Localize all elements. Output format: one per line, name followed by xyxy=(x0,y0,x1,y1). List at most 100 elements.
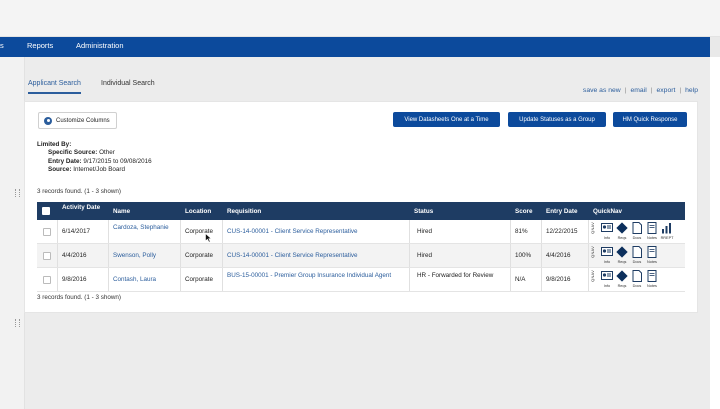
column-divider xyxy=(57,268,58,291)
column-divider xyxy=(541,244,542,267)
header-quicknav: QuickNav xyxy=(593,207,623,215)
table-header: Activity Date Name Location Requisition … xyxy=(37,202,685,220)
customize-columns-button[interactable]: Customize Columns xyxy=(38,112,117,129)
hm-quick-response-button[interactable]: HM Quick Response xyxy=(613,112,687,127)
qnav-label: QNAV xyxy=(590,270,595,282)
row-checkbox[interactable] xyxy=(43,228,51,236)
mouse-pointer-icon xyxy=(205,233,212,243)
tab-individual-search[interactable]: Individual Search xyxy=(101,80,155,92)
nav-item-administration[interactable]: Administration xyxy=(76,41,124,50)
status-text: Hired xyxy=(417,252,433,259)
requisition-link[interactable]: BUS-15-00001 - Premier Group Insurance I… xyxy=(227,272,405,280)
quicknav-group: QNAV Info Reqs Docs Notes RREPT xyxy=(590,221,685,242)
quicknav-group: QNAV Info Reqs Docs Notes xyxy=(590,269,685,290)
header-requisition[interactable]: Requisition xyxy=(227,208,261,215)
rail-drag-handle[interactable] xyxy=(15,319,20,327)
column-divider xyxy=(541,220,542,243)
header-status[interactable]: Status xyxy=(414,208,433,215)
candidate-name-link[interactable]: Cardoza, Stephanie xyxy=(113,224,173,232)
quicknav-caption: Info xyxy=(603,236,611,240)
info-card-icon[interactable] xyxy=(601,222,613,234)
filter-value: Internet/Job Board xyxy=(73,166,126,174)
column-divider xyxy=(222,220,223,243)
activity-date: 4/4/2016 xyxy=(62,252,87,259)
header-score[interactable]: Score xyxy=(515,208,533,215)
quicknav-caption: Docs xyxy=(632,236,642,240)
export-link[interactable]: export xyxy=(656,87,675,94)
quicknav-group: QNAV Info Reqs Docs Notes xyxy=(590,245,685,266)
qnav-label: QNAV xyxy=(590,246,595,258)
filter-label: Source: xyxy=(48,166,72,174)
column-divider xyxy=(541,268,542,291)
column-divider xyxy=(108,220,109,243)
requisition-link[interactable]: CUS-14-00001 - Client Service Representa… xyxy=(227,252,358,260)
row-checkbox[interactable] xyxy=(43,252,51,260)
separator: | xyxy=(650,87,653,94)
column-divider xyxy=(409,268,410,291)
table-row[interactable]: 6/14/2017 Cardoza, Stephanie Corporate C… xyxy=(37,220,685,244)
rail-drag-handle[interactable] xyxy=(15,189,20,197)
records-count-bottom: 3 records found. (1 - 3 shown) xyxy=(37,294,121,301)
documents-icon[interactable] xyxy=(631,222,643,234)
quicknav-caption: Info xyxy=(603,284,611,288)
update-statuses-button[interactable]: Update Statuses as a Group xyxy=(508,112,606,127)
status-text: HR - Forwarded for Review xyxy=(417,272,494,279)
candidate-name-link[interactable]: Contash, Laura xyxy=(113,276,156,284)
nav-item-truncated[interactable]: s xyxy=(0,41,4,50)
requisitions-icon[interactable] xyxy=(616,270,628,282)
report-chart-icon[interactable] xyxy=(661,222,673,234)
info-card-icon[interactable] xyxy=(601,270,613,282)
table-row[interactable]: 9/8/2016 Contash, Laura Corporate BUS-15… xyxy=(37,268,685,292)
documents-icon[interactable] xyxy=(631,246,643,258)
documents-icon[interactable] xyxy=(631,270,643,282)
save-as-new-link[interactable]: save as new xyxy=(583,87,621,94)
column-divider xyxy=(409,244,410,267)
quicknav-caption: Reqs xyxy=(617,284,627,288)
quick-links: save as new | email | export | help xyxy=(583,87,698,94)
results-panel: Customize Columns View Datasheets One at… xyxy=(24,101,698,313)
notes-icon[interactable] xyxy=(646,222,658,234)
table-row[interactable]: 4/4/2016 Swenson, Polly Corporate CUS-14… xyxy=(37,244,685,268)
quicknav-caption: Notes xyxy=(647,236,657,240)
candidate-name-link[interactable]: Swenson, Polly xyxy=(113,252,156,260)
filter-label: Specific Source: xyxy=(48,149,98,157)
requisition-link[interactable]: CUS-14-00001 - Client Service Representa… xyxy=(227,228,358,236)
entry-date: 9/8/2016 xyxy=(546,276,571,283)
nav-item-reports[interactable]: Reports xyxy=(27,41,53,50)
main-navbar: s Reports Administration xyxy=(0,37,710,57)
score: N/A xyxy=(515,276,526,283)
filter-title: Limited By: xyxy=(37,141,72,148)
notes-icon[interactable] xyxy=(646,246,658,258)
quicknav-caption: Reqs xyxy=(617,236,627,240)
qnav-label: QNAV xyxy=(590,222,595,234)
column-divider xyxy=(409,220,410,243)
email-link[interactable]: email xyxy=(630,87,646,94)
quicknav-caption: Reqs xyxy=(617,260,627,264)
quicknav-caption: Docs xyxy=(632,260,642,264)
left-rail xyxy=(0,57,25,409)
help-link[interactable]: help xyxy=(685,87,698,94)
column-divider xyxy=(57,244,58,267)
row-checkbox[interactable] xyxy=(43,276,51,284)
activity-date: 9/8/2016 xyxy=(62,276,87,283)
notes-icon[interactable] xyxy=(646,270,658,282)
column-divider xyxy=(588,244,589,267)
header-entry-date[interactable]: Entry Date xyxy=(546,208,578,215)
column-divider xyxy=(588,220,589,243)
tab-applicant-search[interactable]: Applicant Search xyxy=(28,80,81,94)
info-card-icon[interactable] xyxy=(601,246,613,258)
select-all-checkbox[interactable] xyxy=(42,207,50,215)
requisitions-icon[interactable] xyxy=(616,246,628,258)
column-divider xyxy=(180,268,181,291)
header-name[interactable]: Name xyxy=(113,208,130,215)
view-datasheets-button[interactable]: View Datasheets One at a Time xyxy=(393,112,500,127)
header-location[interactable]: Location xyxy=(185,208,211,215)
header-activity-date[interactable]: Activity Date xyxy=(62,204,102,211)
entry-date: 12/22/2015 xyxy=(546,228,578,235)
requisitions-icon[interactable] xyxy=(616,222,628,234)
quicknav-caption: RREPT xyxy=(660,236,674,240)
quicknav-caption: Docs xyxy=(632,284,642,288)
filter-label: Entry Date: xyxy=(48,157,82,165)
score: 81% xyxy=(515,228,528,235)
score: 100% xyxy=(515,252,532,259)
